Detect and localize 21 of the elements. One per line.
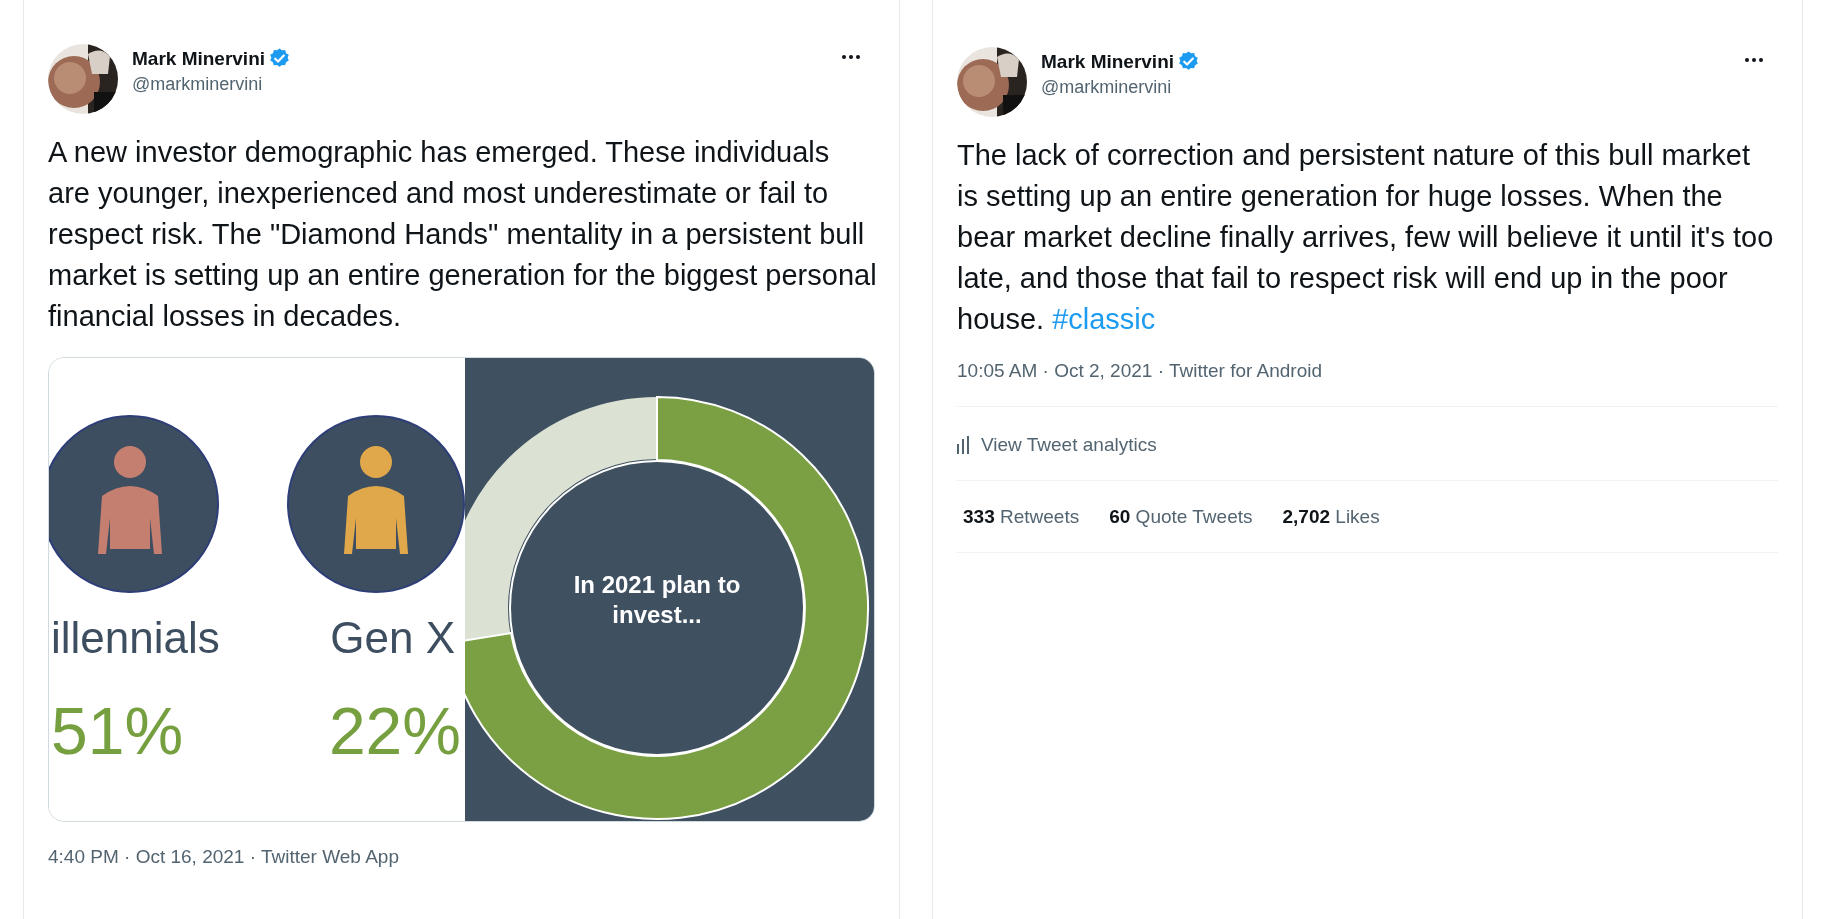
tweet-timestamp[interactable]: 10:05 AM · Oct 2, 2021 · Twitter for Android: [957, 360, 1778, 382]
author-name[interactable]: Mark Minervini: [1041, 50, 1175, 73]
stat-link[interactable]: 2,702 Likes: [1282, 506, 1380, 528]
infographic[interactable]: illennials Gen X 51% 22% In 2021 plan to invest...: [48, 357, 875, 822]
group-label: illennials: [50, 613, 221, 663]
group-percent: 51%: [50, 693, 185, 769]
tweet-timestamp[interactable]: 4:40 PM · Oct 16, 2021 · Twitter Web App: [48, 846, 875, 868]
analytics-icon: [957, 436, 971, 454]
stat-link[interactable]: 60 Quote Tweets: [1109, 506, 1253, 528]
author-name[interactable]: Mark Minervini: [132, 47, 266, 70]
author-handle[interactable]: @markminervini: [132, 74, 827, 95]
author-handle[interactable]: @markminervini: [1041, 77, 1730, 98]
tweet-text: The lack of correction and persistent nature of this bull market is setting up an entire generation for huge losses. When the bear market decline finally arrives, few will believe it until it's too late, and those that fail to respect risk will end up in the poor house. #classic: [957, 138, 1775, 337]
stat-link[interactable]: 333 Retweets: [963, 506, 1080, 528]
group-label: Gen X: [329, 613, 456, 663]
group-percent: 22%: [327, 693, 462, 769]
more-icon[interactable]: [841, 54, 861, 60]
tweet-text: A new investor demographic has emerged. These individuals are younger, inexperienced and most underestimate or fail to respect risk. The "Diamond Hands" mentality in a persistent bull market is setting up an entire generation for the biggest personal financial losses in decades.: [48, 135, 878, 334]
analytics-link[interactable]: View Tweet analytics: [957, 434, 1778, 456]
donut-label: In 2021 plan to invest...: [572, 570, 742, 630]
more-icon[interactable]: [1744, 57, 1764, 63]
